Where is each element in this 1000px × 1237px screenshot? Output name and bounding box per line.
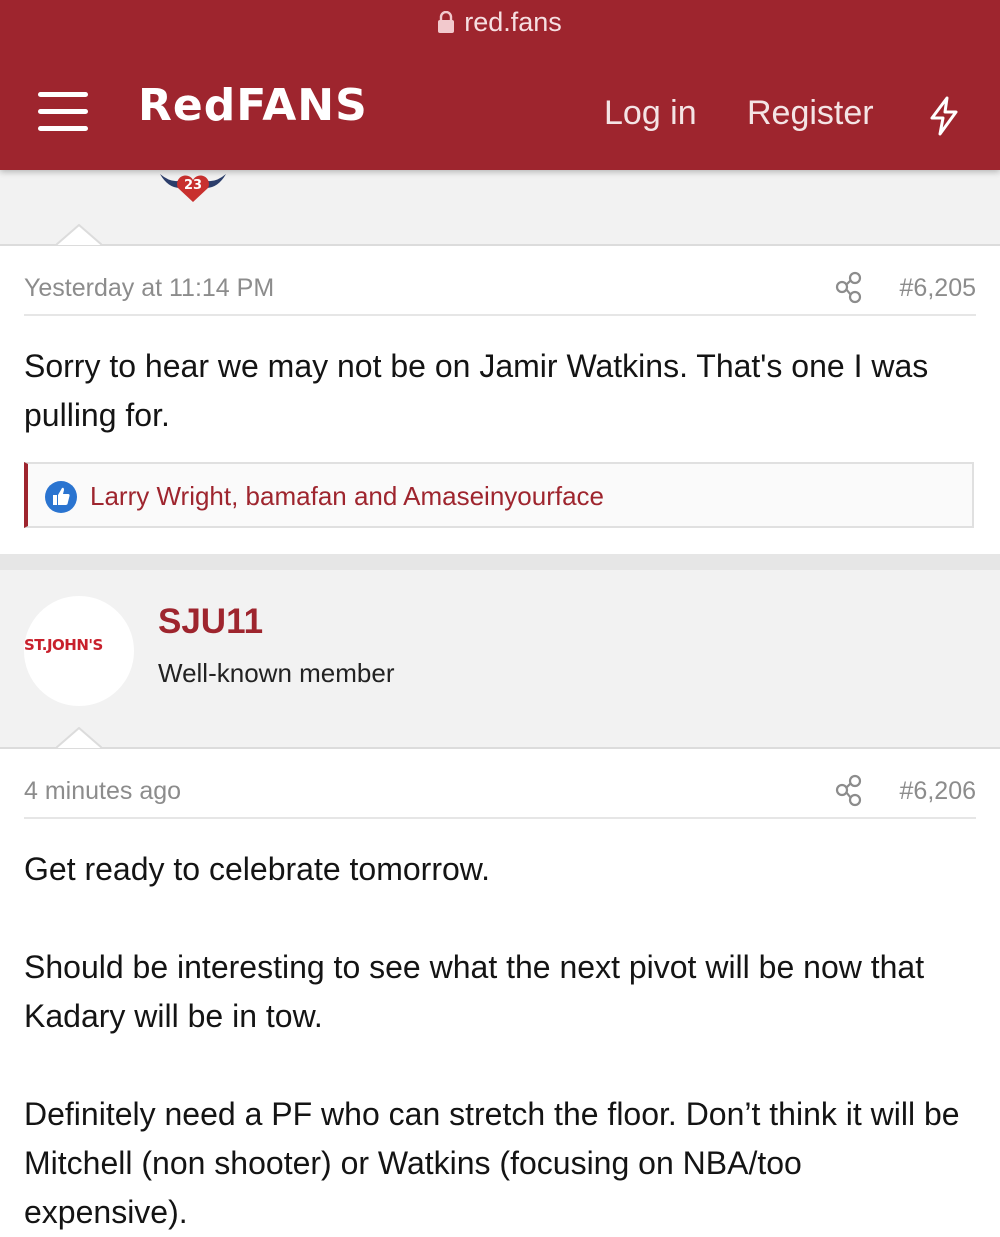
- bolt-icon[interactable]: [928, 96, 960, 136]
- post-paragraph: Should be interesting to see what the ne…: [24, 949, 925, 1034]
- like-icon: [45, 481, 77, 513]
- avatar[interactable]: ST.JOHN'S: [24, 596, 134, 706]
- lock-icon: [438, 11, 455, 33]
- badge-number: 23: [184, 178, 202, 193]
- url-text: red.fans: [464, 7, 562, 37]
- meta-divider: [24, 314, 976, 316]
- post-meta-6206: 4 minutes ago #6,206: [24, 773, 976, 813]
- post-number[interactable]: #6,205: [900, 274, 976, 303]
- meta-divider: [24, 817, 976, 819]
- post-meta-6205: Yesterday at 11:14 PM #6,205: [24, 270, 976, 310]
- share-icon[interactable]: [834, 270, 864, 304]
- menu-icon[interactable]: [38, 90, 90, 134]
- post-pointer: [56, 727, 102, 749]
- post-body-6206: Get ready to celebrate tomorrow. Should …: [24, 845, 969, 1237]
- reaction-users-link[interactable]: Larry Wright, bamafan and Amaseinyourfac…: [90, 481, 604, 512]
- post-pointer: [56, 224, 102, 246]
- user-title: Well-known member: [158, 658, 395, 688]
- post-paragraph: Get ready to celebrate tomorrow.: [24, 851, 490, 887]
- post-timestamp[interactable]: Yesterday at 11:14 PM: [24, 274, 274, 303]
- reactions-bar: Larry Wright, bamafan and Amaseinyourfac…: [24, 462, 974, 528]
- previous-user-block: [0, 170, 1000, 245]
- site-header: red.fans RedFANS Log in Register: [0, 0, 1000, 170]
- avatar-logo-text: ST.JOHN'S: [24, 636, 103, 654]
- divider: [0, 747, 1000, 749]
- divider: [0, 244, 1000, 246]
- browser-url-bar[interactable]: red.fans: [0, 4, 1000, 40]
- username-link[interactable]: SJU11: [158, 602, 263, 642]
- site-logo[interactable]: RedFANS: [138, 80, 368, 131]
- user-badge-icon: 23: [160, 174, 226, 202]
- register-link[interactable]: Register: [747, 94, 874, 133]
- post-text: Sorry to hear we may not be on Jamir Wat…: [24, 348, 929, 433]
- post-body-6205: Sorry to hear we may not be on Jamir Wat…: [24, 342, 969, 440]
- post-number[interactable]: #6,206: [900, 777, 976, 806]
- post-paragraph: Definitely need a PF who can stretch the…: [24, 1096, 960, 1230]
- post-separator: [0, 554, 1000, 570]
- user-block: ST.JOHN'S SJU11 Well-known member: [0, 570, 1000, 748]
- share-icon[interactable]: [834, 773, 864, 807]
- post-timestamp[interactable]: 4 minutes ago: [24, 777, 181, 806]
- login-link[interactable]: Log in: [604, 94, 697, 133]
